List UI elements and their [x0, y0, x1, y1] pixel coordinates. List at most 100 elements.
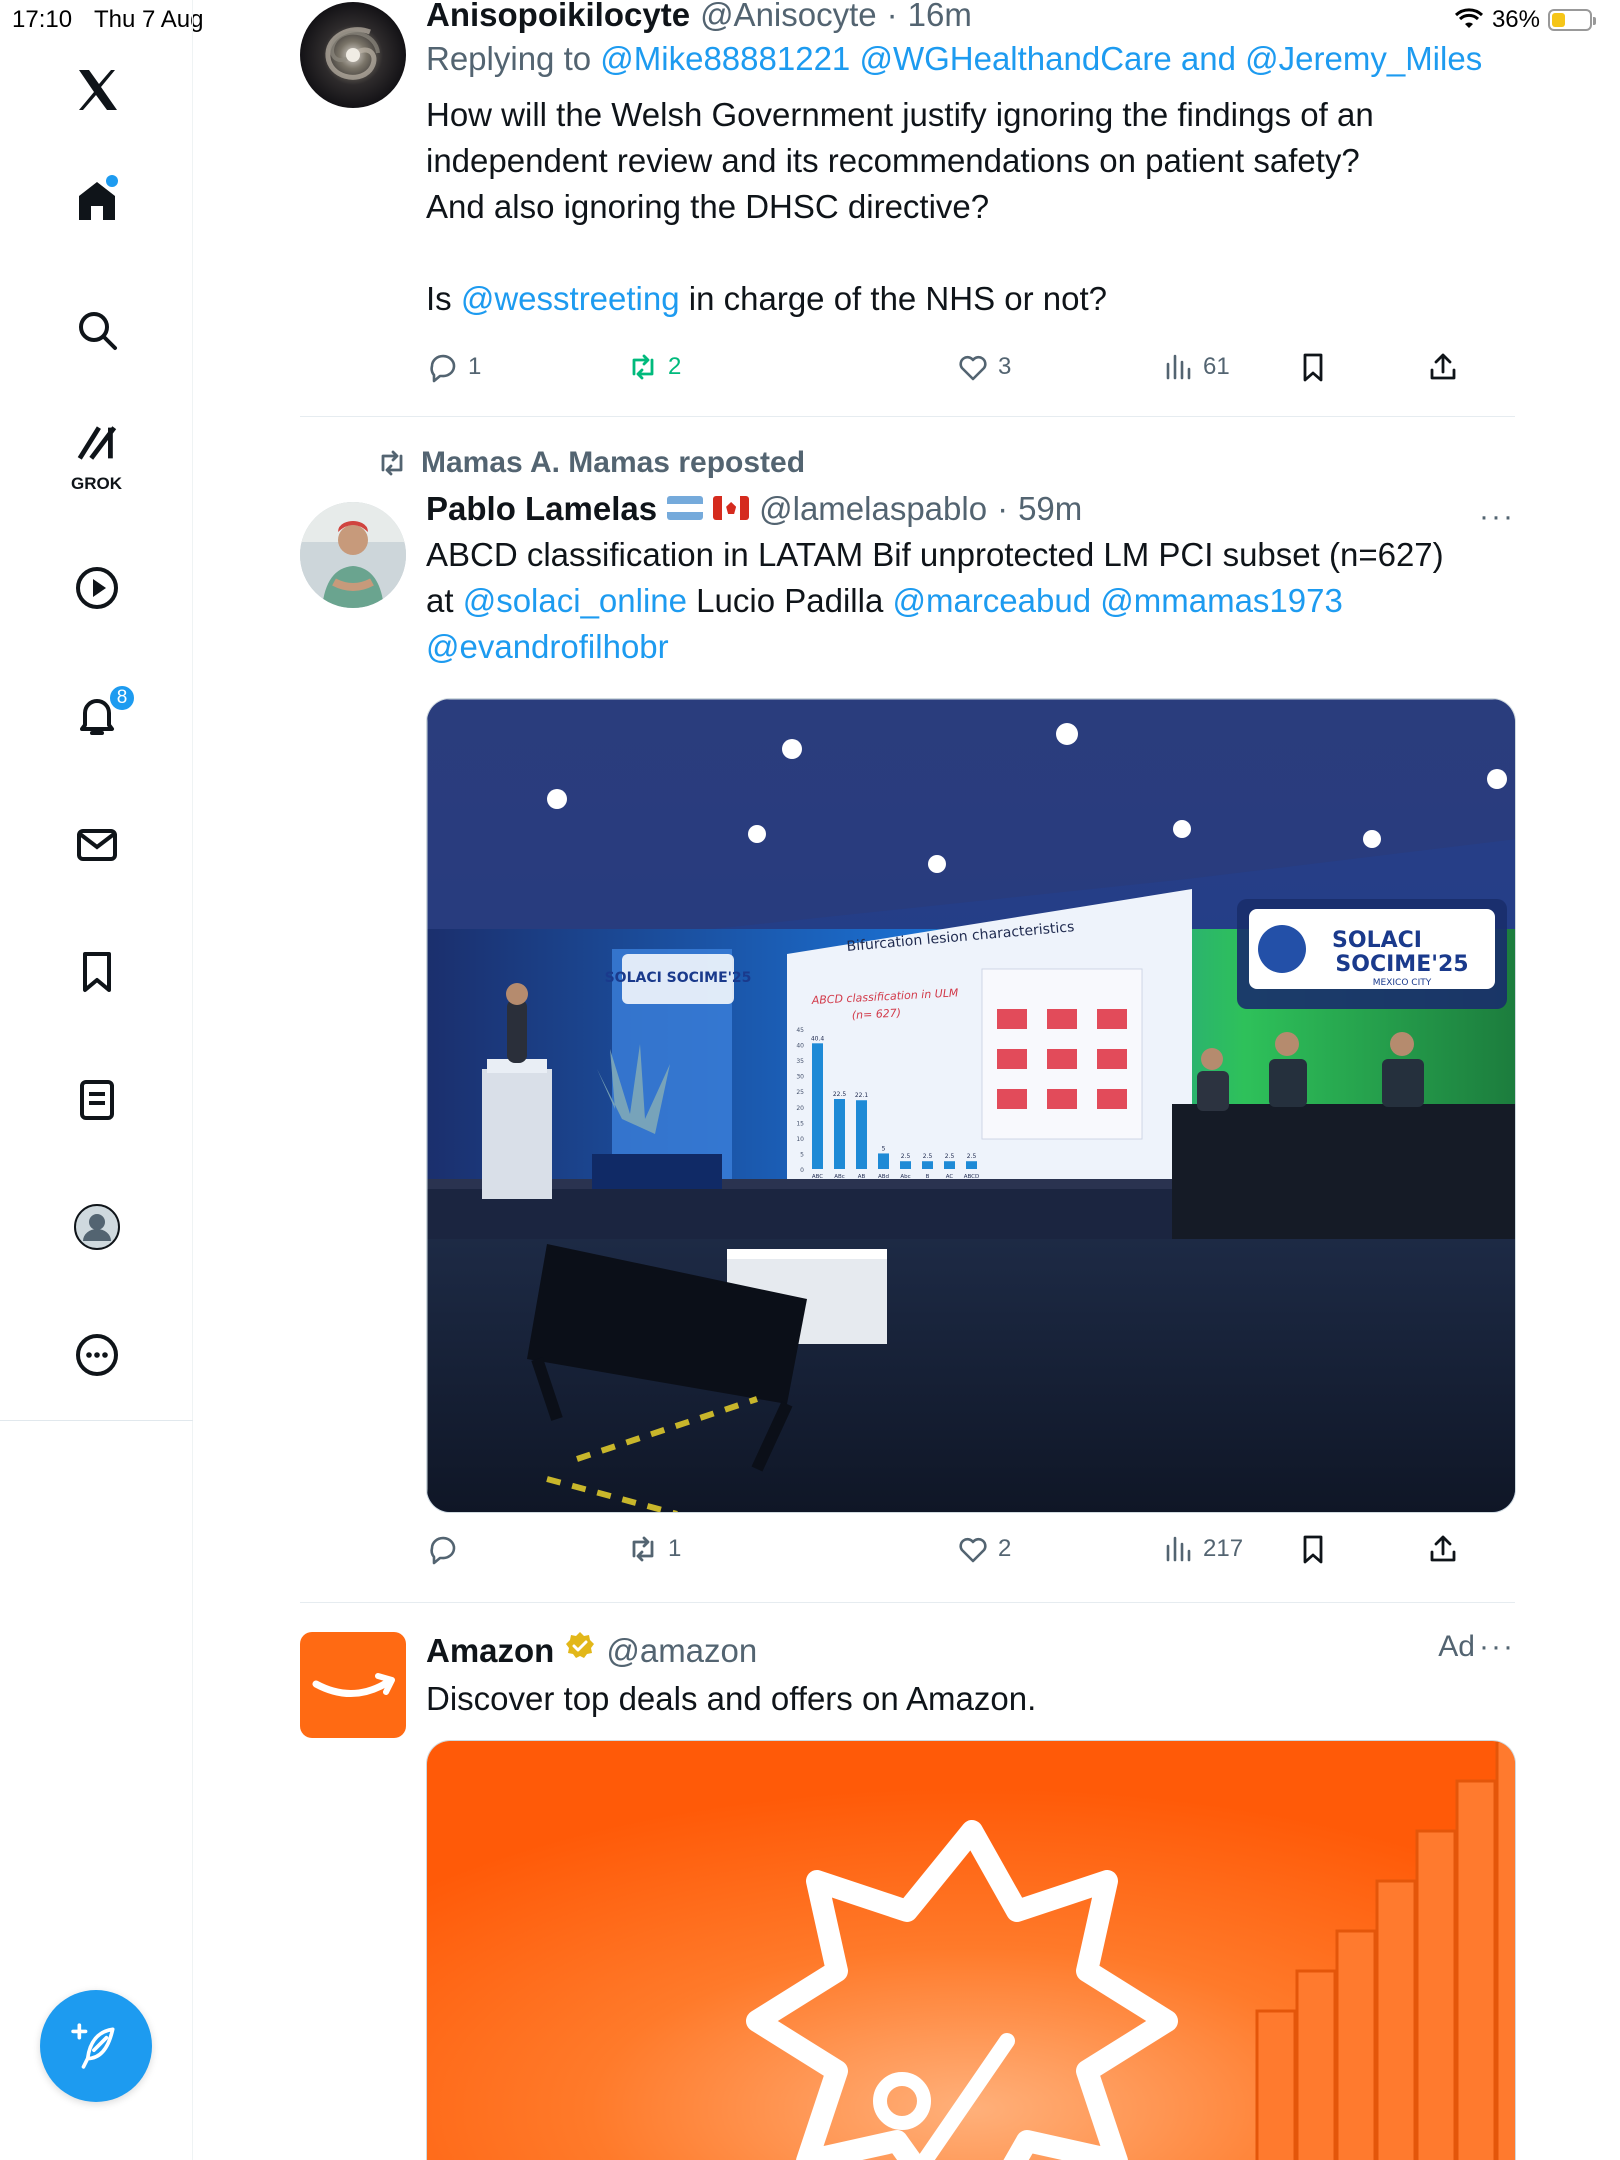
tweet-content: Anisopoikilocyte @Anisocyte · 16m Replying… — [426, 0, 1516, 322]
display-name[interactable]: Anisopoikilocyte — [426, 0, 690, 34]
repost-count: 1 — [668, 1535, 682, 1562]
avatar[interactable] — [300, 2, 406, 108]
compose-icon — [71, 2023, 115, 2069]
reposted-by[interactable]: Mamas A. Mamas reposted — [421, 446, 805, 480]
sidebar-item-lists[interactable] — [0, 1065, 193, 1135]
video-icon — [75, 567, 118, 609]
sidebar: GROK 8 — [0, 0, 193, 2160]
mail-icon — [76, 829, 117, 861]
sidebar-item-profile[interactable] — [0, 1192, 193, 1262]
bar-value-label: 40.4 — [811, 1035, 825, 1042]
chart-bar — [944, 1161, 955, 1169]
y-tick-label: 25 — [796, 1089, 804, 1096]
mention-link[interactable]: @solaci_online — [463, 582, 687, 619]
share-button[interactable] — [1426, 350, 1460, 384]
conference-photo: SOLACI SOCIME'25 Bifurcation lesion char… — [427, 699, 1515, 1512]
canada-flag-icon — [713, 496, 750, 520]
more-options-button[interactable]: ··· — [1479, 500, 1515, 534]
repost-count: 2 — [668, 353, 682, 380]
bookmark-button[interactable] — [1296, 1532, 1330, 1566]
views-button[interactable]: 61 — [1161, 350, 1230, 384]
person-photo — [300, 502, 406, 608]
battery-icon — [1548, 9, 1596, 31]
ad-image[interactable] — [426, 1740, 1516, 2160]
brand-line-2: SOCIME'25 — [1335, 952, 1468, 977]
tweet-header: Pablo Lamelas @lamelaspablo · 59m — [426, 490, 1083, 528]
y-tick-label: 10 — [796, 1136, 804, 1143]
amazon-smile-icon — [312, 1673, 395, 1697]
bookmark-button[interactable] — [1296, 350, 1330, 384]
mention-link[interactable]: @wesstreeting — [461, 280, 680, 317]
x-logo-icon[interactable] — [0, 55, 193, 125]
views-icon — [1166, 1536, 1191, 1562]
repost-icon — [632, 1536, 654, 1562]
handle[interactable]: @amazon — [606, 1632, 757, 1670]
chart-bar — [878, 1153, 889, 1169]
mention-link[interactable]: @marceabud — [892, 582, 1091, 619]
sidebar-item-home[interactable] — [0, 165, 193, 235]
discount-graphic — [427, 1741, 1515, 2160]
tweet-content: Amazon @amazon Discover top deals and of… — [426, 1630, 1516, 1722]
sidebar-item-more[interactable] — [0, 1320, 193, 1390]
ad-label: Ad — [1438, 1630, 1475, 1663]
bar-value-label: 22.5 — [833, 1091, 847, 1098]
y-tick-label: 30 — [796, 1074, 804, 1081]
repost-context: Mamas A. Mamas reposted — [375, 446, 805, 480]
chart-bar — [922, 1161, 933, 1169]
chart-bar — [966, 1161, 977, 1169]
avatar[interactable] — [300, 502, 406, 608]
bar-value-label: 2.5 — [923, 1153, 933, 1160]
tweet-text: ABCD classification in LATAM Bif unprote… — [426, 536, 1444, 665]
reply-button[interactable]: 1 — [426, 350, 481, 384]
tweet-photo[interactable]: SOLACI SOCIME'25 Bifurcation lesion char… — [426, 698, 1516, 1513]
like-count: 3 — [998, 353, 1012, 380]
more-options-button[interactable]: ··· — [1479, 1630, 1515, 1664]
mention-link[interactable]: @mmamas1973 — [1100, 582, 1343, 619]
notification-dot — [106, 175, 118, 187]
sidebar-item-search[interactable] — [0, 295, 193, 365]
repost-button[interactable]: 1 — [626, 1532, 681, 1566]
bar-value-label: 2.5 — [945, 1153, 955, 1160]
sidebar-item-bookmarks[interactable] — [0, 937, 193, 1007]
mention-link[interactable]: @evandrofilhobr — [426, 628, 669, 665]
bookmark-icon — [1303, 353, 1323, 382]
share-button[interactable] — [1426, 1532, 1460, 1566]
reply-icon — [430, 354, 456, 383]
views-icon — [1166, 354, 1191, 380]
compose-button[interactable] — [40, 1990, 152, 2102]
tweet-text: Discover top deals and offers on Amazon. — [426, 1680, 1037, 1717]
timestamp[interactable]: 59m — [1018, 490, 1082, 528]
y-tick-label: 20 — [796, 1105, 804, 1112]
galaxy-image — [325, 27, 380, 80]
display-name[interactable]: Pablo Lamelas — [426, 490, 657, 528]
sidebar-item-notifications[interactable]: 8 — [0, 680, 193, 750]
handle[interactable]: @Anisocyte — [700, 0, 877, 34]
y-tick-label: 15 — [796, 1120, 804, 1127]
reply-mention-last[interactable]: @Jeremy_Miles — [1245, 40, 1482, 77]
tweet-text: How will the Welsh Government justify ig… — [426, 96, 1374, 317]
heart-icon — [959, 1537, 987, 1563]
amazon-logo[interactable] — [300, 1632, 406, 1738]
timestamp[interactable]: 16m — [908, 0, 972, 34]
argentina-flag-icon — [667, 496, 704, 520]
view-count: 61 — [1203, 353, 1230, 380]
views-button[interactable]: 217 — [1161, 1532, 1243, 1566]
sidebar-item-grok[interactable]: GROK — [0, 420, 193, 500]
repost-button[interactable]: 2 — [626, 350, 681, 384]
reply-button[interactable] — [426, 1532, 468, 1566]
handle[interactable]: @lamelaspablo — [759, 490, 987, 528]
tweet-header: Amazon @amazon — [426, 1630, 1516, 1670]
like-button[interactable]: 3 — [956, 350, 1011, 384]
display-name[interactable]: Amazon — [426, 1632, 554, 1670]
reply-and[interactable]: and — [1181, 40, 1236, 77]
sidebar-item-video[interactable] — [0, 553, 193, 623]
sidebar-item-messages[interactable] — [0, 810, 193, 880]
like-count: 2 — [998, 1535, 1012, 1562]
y-tick-label: 5 — [800, 1151, 804, 1158]
brand-city: MEXICO CITY — [1373, 978, 1432, 988]
like-button[interactable]: 2 — [956, 1532, 1011, 1566]
reply-mentions[interactable]: @Mike88881221 @WGHealthandCare — [600, 40, 1171, 77]
reply-count: 1 — [468, 353, 482, 380]
reply-context: Replying to @Mike88881221 @WGHealthandCa… — [426, 40, 1483, 77]
view-count: 217 — [1203, 1535, 1244, 1562]
